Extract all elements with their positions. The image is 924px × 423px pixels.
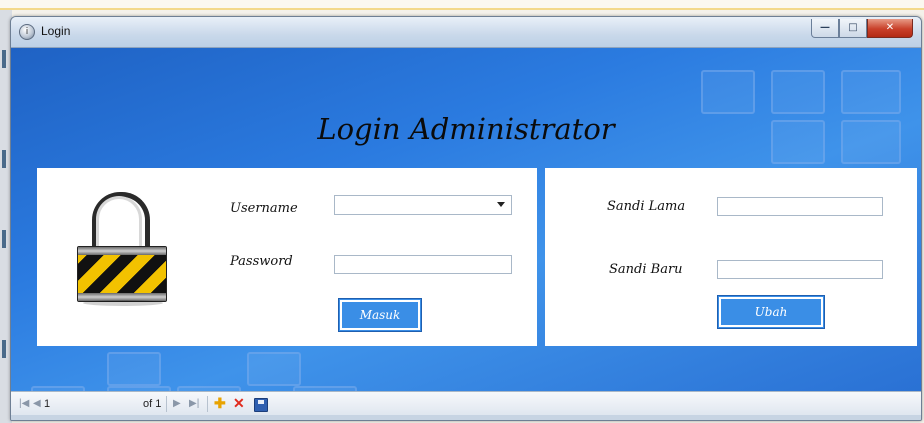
padlock-shackle-highlight: [96, 196, 142, 251]
new-password-field[interactable]: [717, 260, 883, 279]
padlock-shadow: [83, 300, 163, 306]
save-icon[interactable]: [254, 398, 268, 412]
login-panel: Username Password Masuk: [37, 168, 537, 346]
window-bottom-frame: [11, 415, 921, 420]
username-combobox[interactable]: [334, 195, 512, 215]
background-tile: [247, 352, 301, 386]
minimize-button[interactable]: —: [811, 19, 839, 38]
close-button[interactable]: ✕: [867, 19, 913, 38]
title-bar[interactable]: i Login — □ ✕: [11, 17, 921, 48]
chevron-down-icon[interactable]: [497, 202, 505, 207]
masuk-button[interactable]: Masuk: [338, 298, 422, 332]
backdrop-top: [0, 0, 924, 10]
add-new-icon[interactable]: ✚: [214, 395, 226, 411]
caption-buttons: — □ ✕: [811, 19, 913, 39]
position-input[interactable]: 1: [41, 395, 101, 414]
move-previous-icon[interactable]: ◀: [33, 396, 41, 412]
padlock-icon: [77, 192, 167, 306]
padlock-band: [78, 247, 166, 255]
app-icon[interactable]: i: [19, 24, 35, 40]
backdrop-stripe: [2, 50, 6, 68]
backdrop-stripe: [2, 230, 6, 248]
padlock-body: [77, 246, 167, 302]
background-tile: [701, 70, 755, 114]
page-title: Login Administrator: [317, 112, 615, 146]
client-area: Login Administrator Username Password Ma…: [11, 48, 921, 391]
background-tile: [771, 70, 825, 114]
password-label: Password: [230, 254, 293, 269]
move-first-icon[interactable]: |◀: [19, 396, 29, 412]
old-password-label: Sandi Lama: [607, 199, 686, 214]
new-password-label: Sandi Baru: [609, 262, 683, 277]
move-last-icon[interactable]: ▶|: [189, 396, 199, 412]
record-count: of 1: [143, 398, 162, 410]
login-window: i Login — □ ✕ Login Administrator Userna…: [10, 16, 922, 421]
background-tile: [841, 70, 901, 114]
delete-icon[interactable]: ✕: [233, 395, 245, 411]
toolbar-separator: [166, 396, 167, 412]
password-field[interactable]: [334, 255, 512, 274]
old-password-field[interactable]: [717, 197, 883, 216]
username-label: Username: [230, 201, 298, 216]
binding-navigator: |◀ ◀ 1 of 1 ▶ ▶| ✚ ✕: [11, 391, 921, 416]
maximize-button[interactable]: □: [839, 19, 867, 38]
change-password-panel: Sandi Lama Sandi Baru Ubah: [545, 168, 917, 346]
backdrop-stripe: [2, 150, 6, 168]
backdrop-stripe: [2, 340, 6, 358]
move-next-icon[interactable]: ▶: [173, 396, 181, 412]
window-title: Login: [41, 24, 71, 38]
toolbar-separator: [207, 396, 208, 412]
ubah-button[interactable]: Ubah: [717, 295, 825, 329]
background-tile: [107, 352, 161, 386]
